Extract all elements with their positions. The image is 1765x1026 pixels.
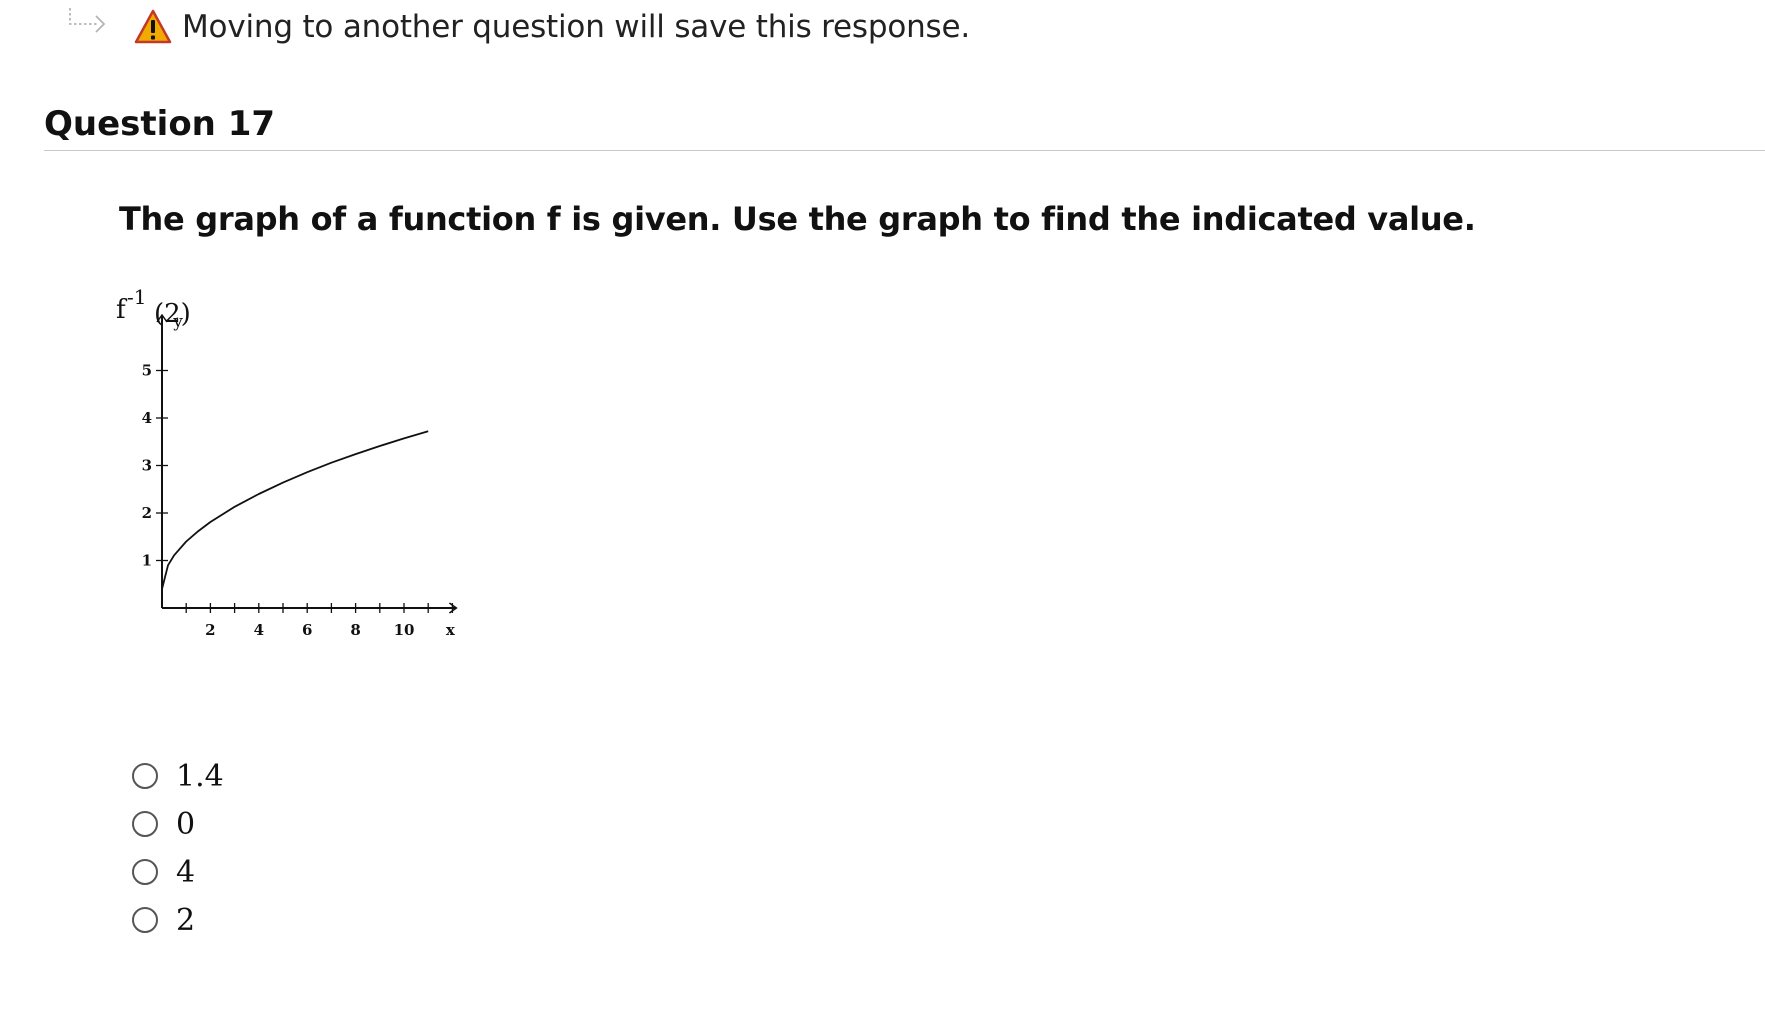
x-axis-label: x [446,621,456,639]
choice-option-4[interactable]: 2 [132,896,224,944]
function-graph: f -1 (2) 2 4 6 8 1012345xy [116,285,458,639]
x-tick-label: 4 [254,621,264,639]
radio-button[interactable] [132,763,158,789]
choice-label: 1.4 [176,758,224,794]
choice-label: 2 [176,902,196,938]
choice-option-2[interactable]: 0 [132,800,224,848]
y-tick-label: 5 [142,362,152,380]
choice-label: 0 [176,806,196,842]
question-figure: f -1 (2) 2 4 6 8 10 1 2 3 4 5 x y [114,282,464,652]
function-curve [161,430,429,590]
title-divider [44,150,1765,151]
choice-label: 4 [176,854,196,890]
x-tick-label: 10 [394,621,415,639]
question-prompt: The graph of a function f is given. Use … [119,200,1476,238]
navigation-arrow-icon [69,8,106,33]
radio-button[interactable] [132,859,158,885]
radio-button[interactable] [132,811,158,837]
y-tick-label: 4 [142,409,152,427]
warning-icon [134,9,172,44]
expression-superscript: -1 [127,285,146,309]
y-tick-label: 3 [142,457,152,475]
radio-button[interactable] [132,907,158,933]
choice-option-3[interactable]: 4 [132,848,224,896]
answer-choices: 1.4 0 4 2 [132,752,224,944]
question-title: Question 17 [44,104,276,144]
y-tick-label: 1 [142,552,152,570]
save-notice: Moving to another question will save thi… [134,7,970,47]
x-tick-label: 6 [302,621,312,639]
x-tick-label: 8 [350,621,360,639]
choice-option-1[interactable]: 1.4 [132,752,224,800]
chart-plot-area: 2 4 6 8 1012345xy [142,312,458,639]
y-axis-label: y [172,312,183,332]
save-notice-text: Moving to another question will save thi… [182,9,971,45]
y-tick-label: 2 [142,504,152,522]
x-tick-label: 2 [205,621,215,639]
